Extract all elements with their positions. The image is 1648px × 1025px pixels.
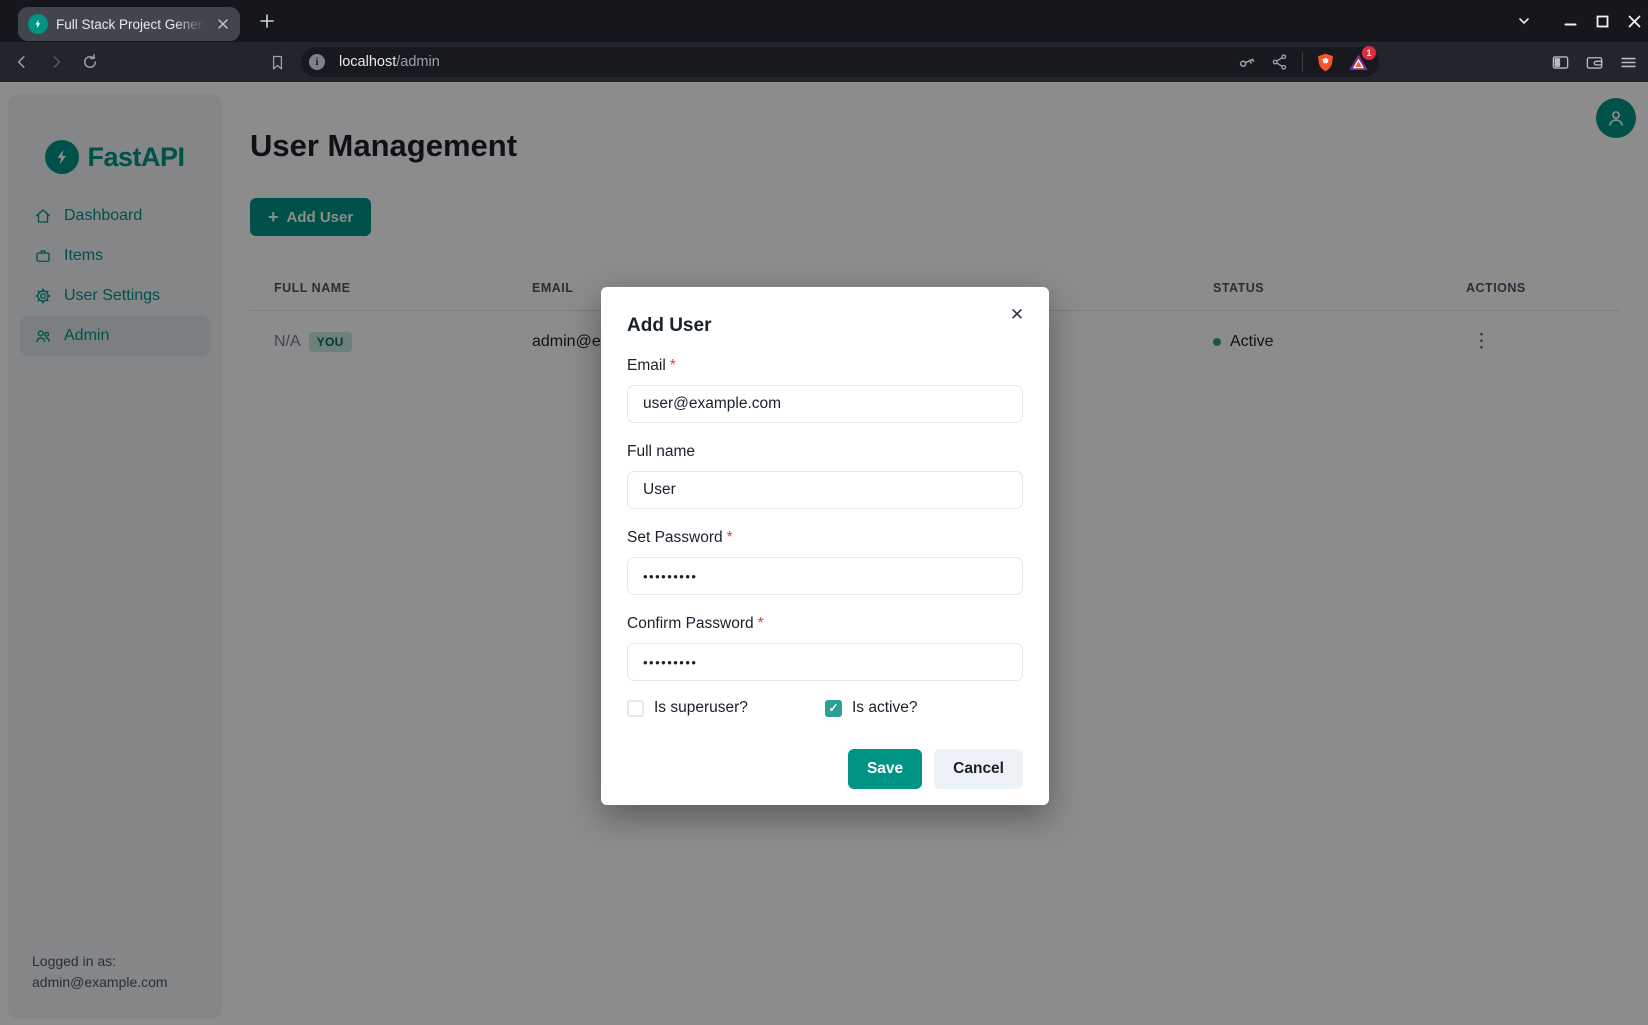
modal-actions: Save Cancel <box>627 749 1023 789</box>
minimize-icon[interactable] <box>1562 13 1578 29</box>
maximize-icon[interactable] <box>1594 13 1610 29</box>
brave-rewards-icon[interactable]: 1 <box>1347 51 1369 73</box>
share-icon[interactable] <box>1269 51 1291 73</box>
forward-icon[interactable] <box>46 52 66 72</box>
required-asterisk: * <box>670 357 676 374</box>
close-window-icon[interactable] <box>1626 13 1642 29</box>
browser-titlebar: Full Stack Project Genera <box>0 0 1648 42</box>
browser-tab[interactable]: Full Stack Project Genera <box>18 7 240 41</box>
tab-search-chevron-icon[interactable] <box>1516 13 1532 29</box>
url-path: /admin <box>396 54 440 70</box>
back-icon[interactable] <box>12 52 32 72</box>
modal-title: Add User <box>627 315 1023 337</box>
set-password-input[interactable] <box>627 557 1023 595</box>
checkbox-unchecked-icon[interactable] <box>627 700 644 717</box>
brave-shield-icon[interactable] <box>1314 51 1336 73</box>
fastapi-favicon-icon <box>28 14 48 34</box>
page-viewport: FastAPI Dashboard Items User Settings <box>0 82 1648 1025</box>
site-info-icon[interactable]: i <box>309 54 325 70</box>
is-superuser-label: Is superuser? <box>654 699 748 717</box>
tab-close-icon[interactable] <box>216 17 230 31</box>
field-label-text: Confirm Password <box>627 615 754 632</box>
is-active-label: Is active? <box>852 699 917 717</box>
modal-close-icon[interactable]: ✕ <box>1007 305 1027 325</box>
sidebar-panel-icon[interactable] <box>1550 52 1570 72</box>
bookmark-icon[interactable] <box>267 52 287 72</box>
field-label-text: Email <box>627 357 666 374</box>
required-asterisk: * <box>758 615 764 632</box>
tab-title: Full Stack Project Genera <box>56 17 208 32</box>
browser-toolbar: i localhost/admin 1 <box>0 42 1648 82</box>
email-input[interactable] <box>627 385 1023 423</box>
save-button[interactable]: Save <box>848 749 922 789</box>
checkbox-checked-icon[interactable]: ✓ <box>825 700 842 717</box>
confirm-password-input[interactable] <box>627 643 1023 681</box>
confirm-password-label: Confirm Password* <box>627 615 1023 633</box>
required-asterisk: * <box>727 529 733 546</box>
url-text: localhost/admin <box>339 54 440 70</box>
confirm-password-field-group: Confirm Password* <box>627 615 1023 681</box>
reload-icon[interactable] <box>80 52 100 72</box>
checkbox-row: Is superuser? ✓ Is active? <box>627 699 1023 717</box>
is-superuser-checkbox[interactable]: Is superuser? <box>627 699 825 717</box>
full-name-label: Full name <box>627 443 1023 461</box>
url-bar[interactable]: i localhost/admin 1 <box>301 47 1379 77</box>
set-password-field-group: Set Password* <box>627 529 1023 595</box>
toolbar-divider <box>1302 52 1303 72</box>
wallet-icon[interactable] <box>1584 52 1604 72</box>
field-label-text: Full name <box>627 443 695 460</box>
email-label: Email* <box>627 357 1023 375</box>
password-key-icon[interactable] <box>1236 51 1258 73</box>
set-password-label: Set Password* <box>627 529 1023 547</box>
field-label-text: Set Password <box>627 529 723 546</box>
url-host: localhost <box>339 54 396 70</box>
cancel-button[interactable]: Cancel <box>934 749 1023 789</box>
add-user-modal: Add User ✕ Email* Full name Set Password… <box>601 287 1049 805</box>
is-active-checkbox[interactable]: ✓ Is active? <box>825 699 1023 717</box>
menu-hamburger-icon[interactable] <box>1618 52 1638 72</box>
window-controls <box>1516 0 1642 42</box>
toolbar-right-icons <box>1550 52 1638 72</box>
full-name-input[interactable] <box>627 471 1023 509</box>
email-field-group: Email* <box>627 357 1023 423</box>
full-name-field-group: Full name <box>627 443 1023 509</box>
rewards-count-badge: 1 <box>1362 46 1376 60</box>
new-tab-button[interactable] <box>254 8 280 34</box>
